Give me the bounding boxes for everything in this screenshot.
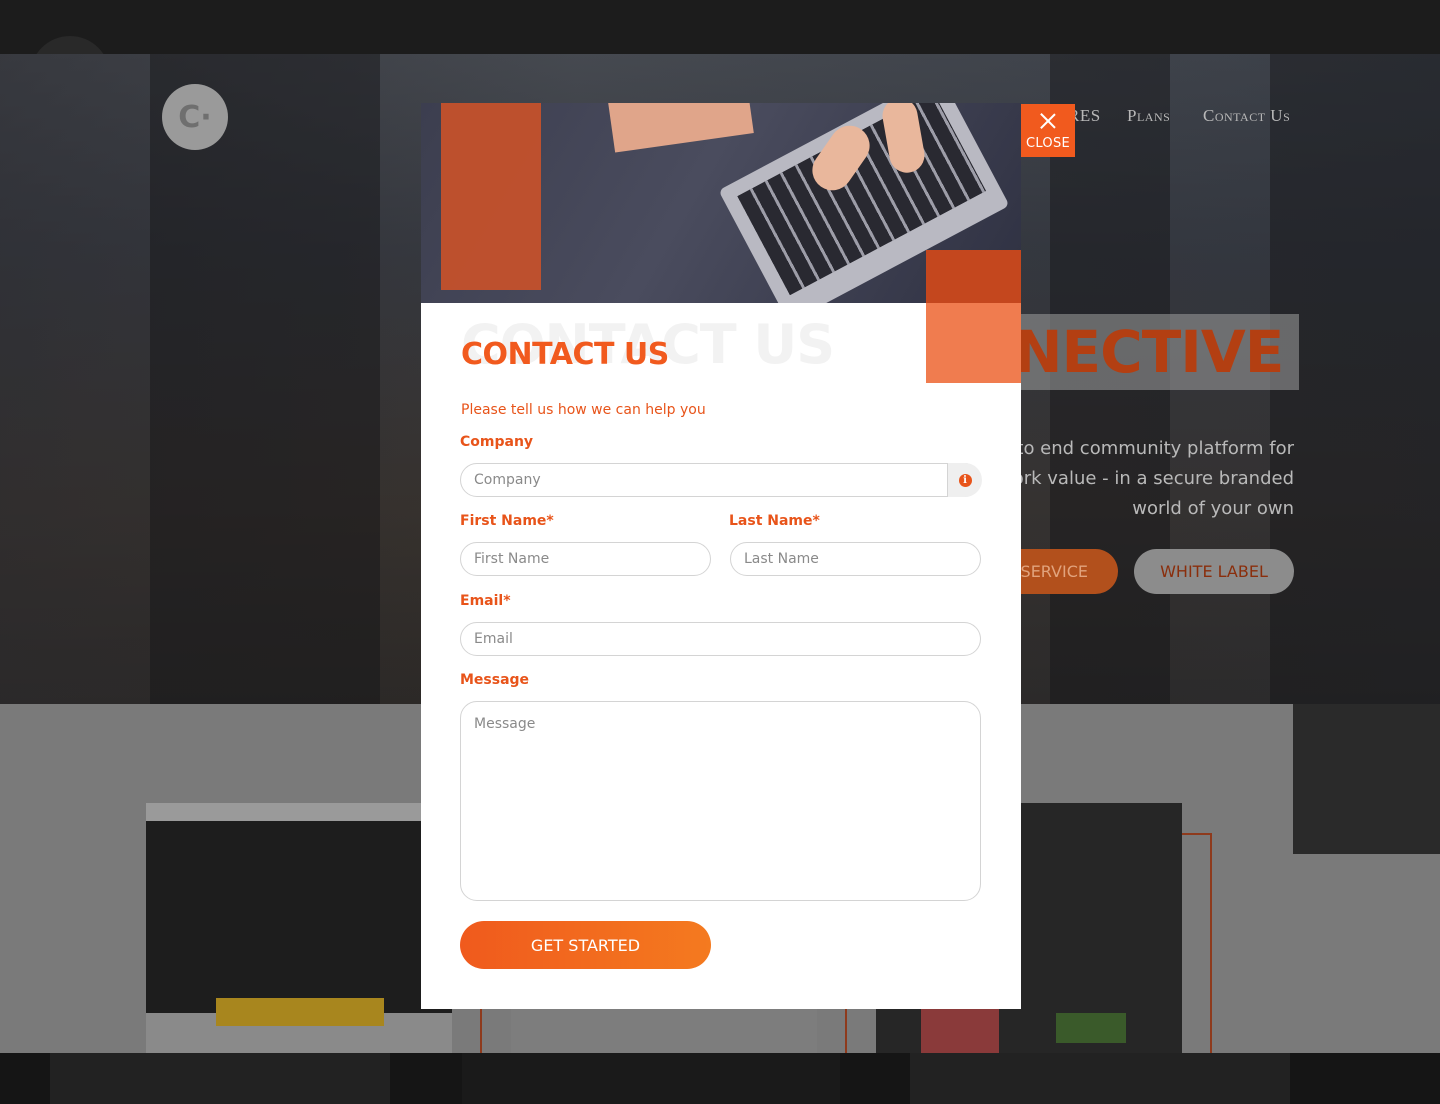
contact-modal: CONTACT US CONTACT US Please tell us how… (421, 103, 1021, 1009)
last-name-input[interactable] (730, 542, 981, 576)
strip-thumbnail (50, 1053, 390, 1104)
company-label: Company (460, 434, 534, 450)
tagline-line: nd to end community platform for (987, 438, 1294, 459)
hero-tagline: nd to end community platform for etwork … (980, 434, 1294, 524)
decorative-orange-block (926, 250, 1021, 303)
hero-sleeve (608, 103, 754, 153)
last-name-label: Last Name* (729, 513, 820, 529)
building-shape (150, 54, 380, 704)
top-bar (0, 0, 1440, 116)
get-started-button[interactable]: GET STARTED (460, 921, 711, 969)
modal-subtitle: Please tell us how we can help you (461, 402, 706, 418)
bottom-strip (0, 1053, 1440, 1104)
screenshot-block (921, 1008, 999, 1053)
white-label-button[interactable]: WHITE LABEL (1134, 549, 1294, 594)
tagline-line: etwork value - in a secure branded (979, 468, 1294, 489)
screenshot-map (1056, 1013, 1126, 1043)
site-logo[interactable]: C· (162, 84, 228, 150)
message-textarea[interactable] (460, 701, 981, 901)
email-label: Email* (460, 593, 511, 609)
info-icon: i (958, 473, 972, 487)
first-name-label: First Name* (460, 513, 554, 529)
close-icon (1040, 113, 1056, 129)
company-info-button[interactable]: i (947, 463, 982, 497)
close-button[interactable]: CLOSE (1021, 104, 1075, 157)
screenshot-header (146, 803, 452, 821)
logo-icon: C· (178, 99, 212, 135)
nav-contact-us[interactable]: Contact Us (1203, 106, 1290, 126)
strip-thumbnail (910, 1053, 1290, 1104)
email-input[interactable] (460, 622, 981, 656)
decorative-line (1210, 833, 1212, 1053)
strip-thumbnail (462, 1053, 840, 1104)
message-label: Message (460, 672, 530, 688)
modal-title: CONTACT US (461, 337, 669, 372)
showcase-screenshot (146, 803, 452, 1053)
decorative-line (1182, 833, 1212, 835)
company-input[interactable] (460, 463, 981, 497)
screenshot-offer-banner (216, 998, 384, 1026)
close-label: CLOSE (1025, 136, 1071, 151)
decorative-orange-block (441, 103, 541, 290)
tagline-line: world of your own (1132, 498, 1294, 519)
nav-plans[interactable]: Plans (1127, 106, 1170, 126)
first-name-input[interactable] (460, 542, 711, 576)
hero-title: NECTIVE (1010, 314, 1299, 390)
